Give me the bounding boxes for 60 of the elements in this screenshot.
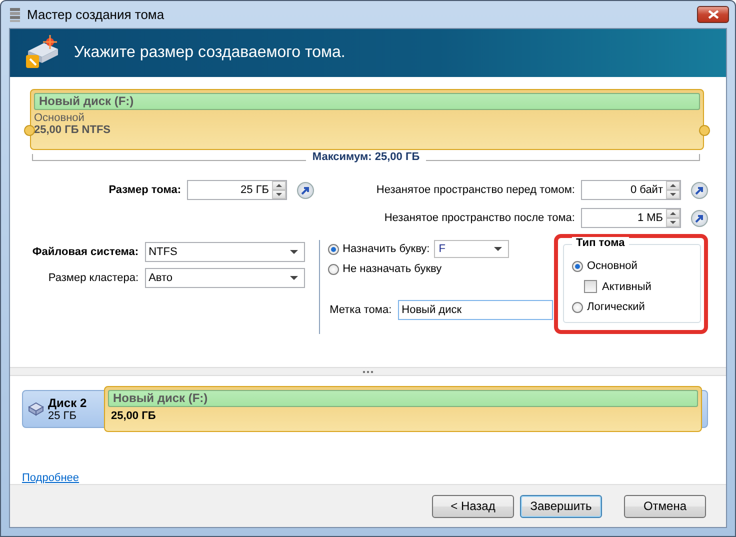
- caret-icon: [290, 276, 298, 280]
- radio-label: Основной: [587, 260, 638, 272]
- spin-field[interactable]: 0 байт: [581, 180, 681, 200]
- up-triangle-icon[interactable]: [276, 184, 282, 187]
- partition-name: Новый диск (F:): [108, 390, 698, 407]
- wizard-button[interactable]: Отмена: [624, 494, 706, 518]
- volume-label-label: Метка тома:: [330, 304, 392, 316]
- caret-icon: [494, 247, 502, 251]
- caret-icon: [290, 250, 298, 254]
- partition-block[interactable]: Новый диск (F:) 25,00 ГБ: [104, 386, 702, 432]
- arrow-icon: [695, 186, 704, 194]
- volume-label-field[interactable]: Новый диск: [398, 300, 553, 320]
- group-title: Тип тома: [572, 237, 629, 249]
- up-triangle-icon[interactable]: [670, 184, 676, 187]
- radio-label: Не назначать букву: [342, 263, 442, 275]
- free-after-label: Незанятое пространство после тома:: [384, 212, 575, 224]
- checkbox-label: Активный: [602, 280, 652, 292]
- partition-size: 25,00 ГБ: [110, 410, 157, 422]
- close-button[interactable]: [697, 6, 729, 23]
- radio-button[interactable]: [572, 302, 583, 312]
- cluster-size-dropdown[interactable]: Авто: [144, 268, 305, 288]
- free-before-label: Незанятое пространство перед томом:: [376, 184, 575, 196]
- resize-handle[interactable]: [699, 125, 710, 136]
- radio-label: Назначить букву:: [342, 243, 430, 255]
- down-triangle-icon[interactable]: [670, 193, 676, 196]
- header-title: Укажите размер создаваемого тома.: [74, 44, 346, 62]
- apply-arrow-button[interactable]: [691, 182, 708, 198]
- partition-type: Основной: [34, 112, 86, 124]
- down-triangle-icon[interactable]: [276, 193, 282, 196]
- cluster-size-label: Размер кластера:: [48, 272, 139, 284]
- disk-name: Диск 2: [48, 396, 87, 410]
- file-system-label: Файловая система:: [32, 246, 139, 258]
- disk-icon: [28, 401, 44, 417]
- radio-label: Логический: [587, 301, 645, 313]
- resize-handle[interactable]: [24, 125, 35, 136]
- radio-button[interactable]: [572, 260, 583, 272]
- window-title: Мастер создания тома: [27, 7, 166, 22]
- arrow-icon: [301, 186, 310, 194]
- up-triangle-icon[interactable]: [670, 212, 676, 215]
- wizard-button[interactable]: Завершить: [520, 494, 602, 518]
- drive-letter-dropdown[interactable]: F: [434, 240, 509, 258]
- apply-arrow-button[interactable]: [691, 210, 708, 226]
- spin-field[interactable]: 1 МБ: [581, 208, 681, 228]
- disk-size: 25 ГБ: [48, 410, 78, 422]
- size-label: Размер тома:: [108, 184, 181, 196]
- partition-name: Новый диск (F:): [34, 93, 700, 110]
- arrow-icon: [695, 214, 704, 222]
- apply-arrow-button[interactable]: [297, 182, 314, 198]
- details-link[interactable]: Подробнее: [22, 472, 80, 484]
- radio-button[interactable]: [328, 244, 339, 254]
- drive-wizard-icon: [24, 35, 60, 71]
- close-icon: [708, 10, 718, 19]
- checkbox[interactable]: [584, 280, 597, 293]
- down-triangle-icon[interactable]: [670, 221, 676, 224]
- maximum-size: Максимум: 25,00 ГБ: [311, 151, 421, 163]
- file-system-dropdown[interactable]: NTFS: [144, 242, 305, 262]
- spin-field[interactable]: 25 ГБ: [187, 180, 287, 200]
- disk-stack-icon: [9, 6, 21, 22]
- wizard-button[interactable]: < Назад: [432, 494, 514, 518]
- radio-button[interactable]: [328, 264, 339, 274]
